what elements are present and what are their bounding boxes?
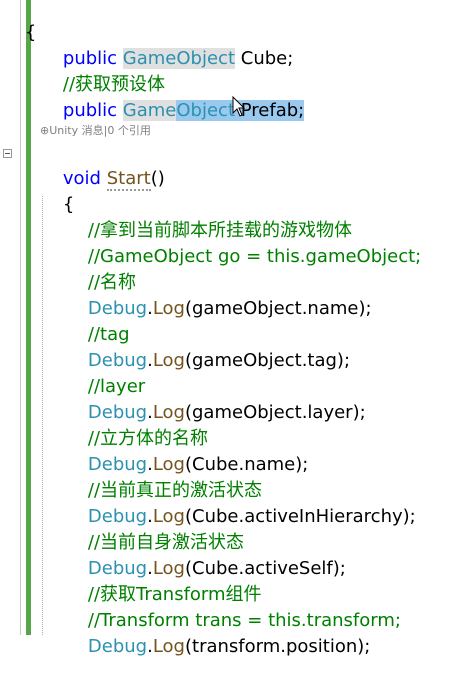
code-comment[interactable]: //tag	[65, 296, 130, 345]
code-comment[interactable]: //获取预设体	[40, 46, 165, 95]
type-gameobject-part1: Game	[122, 100, 177, 121]
codelens-info[interactable]: ⊕Unity 消息|0 个引用	[40, 124, 151, 138]
code-statement[interactable]: Debug.Log(gameObject.tag);	[65, 322, 350, 371]
field-name-selected: Prefab;	[240, 100, 305, 121]
code-statement[interactable]: Debug.Log(gameObject.name);	[65, 270, 372, 319]
fold-collapse-icon[interactable]	[3, 149, 12, 158]
code-line[interactable]: public GameObject Cube;	[40, 20, 293, 69]
field-name: Cube;	[240, 48, 294, 69]
comment-text: //GameObject go = this.gameObject;	[87, 246, 422, 267]
code-comment[interactable]: //拿到当前脚本所挂载的游戏物体	[65, 192, 352, 241]
code-comment[interactable]: //名称	[65, 244, 136, 293]
code-comment[interactable]: //当前自身激活状态	[65, 504, 244, 553]
mouse-pointer-icon	[232, 96, 246, 117]
code-comment[interactable]: //Transform trans = this.transform;	[65, 582, 401, 631]
method-log: Log	[152, 298, 185, 319]
gutter-separator	[20, 0, 21, 635]
code-comment[interactable]: //GameObject go = this.gameObject;	[65, 218, 421, 267]
code-line[interactable]: {	[2, 0, 36, 43]
keyword-public: public	[62, 100, 118, 121]
code-statement[interactable]: Debug.Log(gameObject.layer);	[65, 374, 366, 423]
change-indicator-bar	[26, 0, 31, 635]
indent-guide	[42, 196, 43, 635]
code-comment[interactable]: //获取Transform组件	[65, 556, 262, 605]
type-debug: Debug	[87, 636, 148, 657]
method-log: Log	[152, 636, 185, 657]
call-args: (transform.position);	[184, 636, 371, 657]
code-line[interactable]: void Start()	[40, 140, 165, 191]
code-comment[interactable]: //当前真正的激活状态	[65, 452, 262, 501]
call-args: (gameObject.name);	[184, 298, 372, 319]
open-brace: {	[24, 22, 37, 43]
code-comment[interactable]: //立方体的名称	[65, 400, 208, 449]
type-gameobject-part2-selected: Object	[176, 100, 236, 121]
call-args: (gameObject.layer);	[184, 402, 366, 423]
code-statement[interactable]: Debug.Log(Cube.activeInHierarchy);	[65, 478, 416, 527]
code-comment[interactable]: //layer	[65, 348, 145, 397]
method-start: Start	[106, 168, 151, 191]
method-log: Log	[152, 350, 185, 371]
code-editor[interactable]: { public GameObject Cube; //获取预设体 public…	[0, 0, 476, 657]
code-line[interactable]: {	[40, 166, 74, 215]
code-statement[interactable]: Debug.Log(transform.position);	[65, 608, 370, 657]
code-statement[interactable]: Debug.Log(Cube.name);	[65, 426, 308, 475]
call-args: (gameObject.tag);	[184, 350, 351, 371]
start-parens: ()	[150, 168, 165, 189]
code-statement[interactable]: Debug.Log(Cube.activeSelf);	[65, 530, 346, 579]
code-line[interactable]: public GameObject Prefab;	[40, 72, 305, 121]
